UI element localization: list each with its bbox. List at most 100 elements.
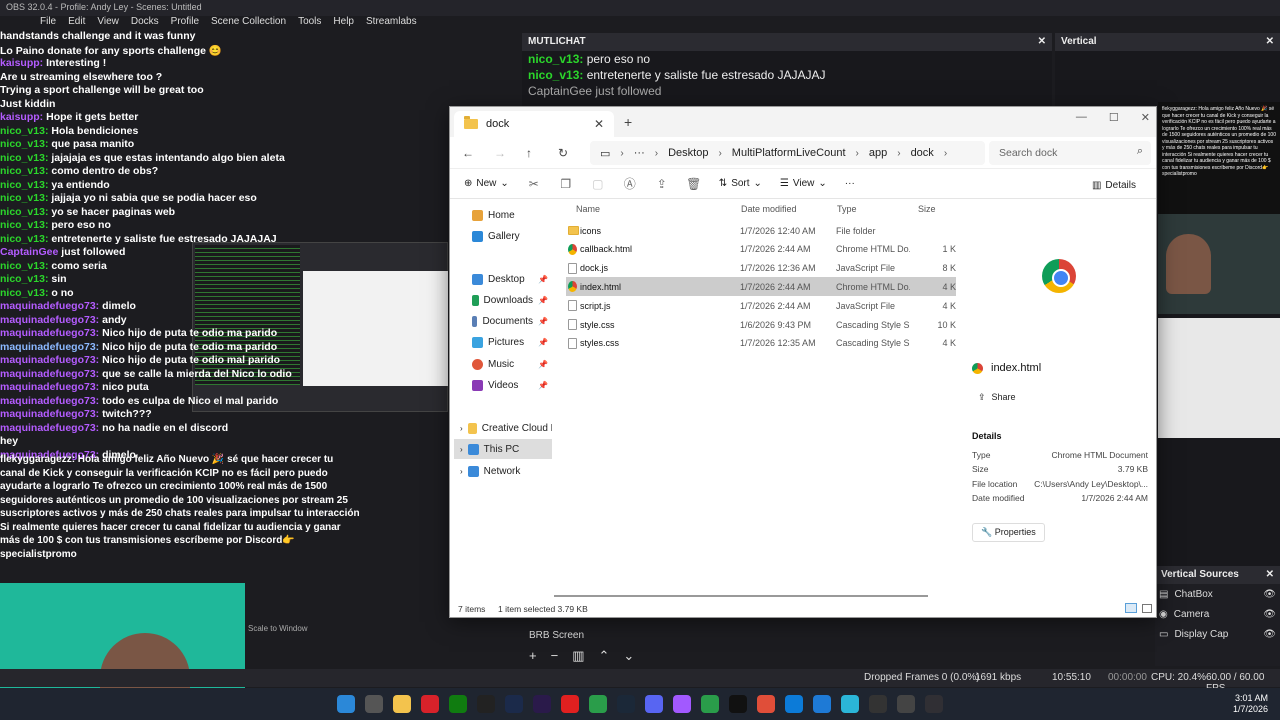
nav-item-pictures[interactable]: Pictures 📌 <box>454 332 552 352</box>
close-tab-icon[interactable]: ✕ <box>594 117 604 131</box>
remove-icon[interactable]: − <box>551 648 559 664</box>
nav-item-creative-cloud[interactable]: › Creative Cloud File <box>454 418 552 438</box>
nav-item-videos[interactable]: Videos 📌 <box>454 375 552 395</box>
maximize-icon[interactable]: ☐ <box>1109 111 1119 124</box>
file-row[interactable]: styles.css 1/7/2026 12:35 AM Cascading Sty… <box>566 334 956 353</box>
nav-item-home[interactable]: Home <box>454 205 552 225</box>
git-icon[interactable] <box>757 695 775 713</box>
file-row[interactable]: callback.html 1/7/2026 2:44 AM Chrome HTML… <box>566 240 956 259</box>
breadcrumb-item[interactable]: Desktop <box>668 147 708 159</box>
details-view-icon[interactable] <box>1125 603 1137 613</box>
details-button[interactable]: ▥ Details <box>1088 178 1140 193</box>
source-label: Camera <box>1173 608 1210 620</box>
view-button[interactable]: ☰ View ⌄ <box>776 176 831 191</box>
nav-item-network[interactable]: › Network <box>454 461 552 481</box>
breadcrumb-item[interactable]: dock <box>911 147 934 159</box>
refresh-icon[interactable]: ↻ <box>558 146 568 160</box>
breadcrumb-item[interactable]: MultiPlatformLiveCount <box>732 147 846 159</box>
tiles-view-icon[interactable] <box>1142 604 1152 613</box>
nav-item-desktop[interactable]: Desktop 📌 <box>454 269 552 289</box>
share-icon[interactable]: ⇪ <box>651 177 673 191</box>
close-icon[interactable]: ✕ <box>1266 36 1274 48</box>
nav-item-music[interactable]: Music 📌 <box>454 354 552 374</box>
move-up-icon[interactable]: ⌃ <box>598 648 609 664</box>
edge-icon[interactable] <box>785 695 803 713</box>
cut-icon[interactable]: ✂ <box>523 177 545 191</box>
premiere-icon[interactable] <box>533 695 551 713</box>
file-row[interactable]: dock.js 1/7/2026 12:36 AM JavaScript File 8… <box>566 259 956 278</box>
obs-icon[interactable] <box>925 695 943 713</box>
nav-item-gallery[interactable]: Gallery <box>454 226 552 246</box>
cmd-icon[interactable] <box>869 695 887 713</box>
breadcrumb-item[interactable]: app <box>869 147 887 159</box>
paste-icon[interactable]: ▢ <box>587 177 609 191</box>
chrome-icon[interactable] <box>589 695 607 713</box>
new-button[interactable]: ⊕ New ⌄ <box>460 176 513 191</box>
move-down-icon[interactable]: ⌄ <box>623 648 634 664</box>
close-icon[interactable]: ✕ <box>1266 569 1274 581</box>
file-date: 1/7/2026 12:40 AM <box>740 225 816 236</box>
eye-icon[interactable]: 👁 <box>1263 629 1276 640</box>
notepad-icon[interactable] <box>841 695 859 713</box>
xbox-icon[interactable] <box>449 695 467 713</box>
back-icon[interactable]: ← <box>462 146 474 160</box>
nav-item-documents[interactable]: Documents 📌 <box>454 311 552 331</box>
file-row[interactable]: style.css 1/6/2026 9:43 PM Cascading Style… <box>566 315 956 334</box>
tools-icon[interactable] <box>897 695 915 713</box>
column-type[interactable]: Type <box>837 204 857 214</box>
file-size: 1 K <box>942 244 956 255</box>
new-tab-icon[interactable]: + <box>624 114 632 130</box>
forward-icon[interactable]: → <box>494 146 506 160</box>
source-item[interactable]: ▭ Display Cap 👁 <box>1155 624 1280 644</box>
steam-icon[interactable] <box>617 695 635 713</box>
chat-message: maquinadefuego73: Nico hijo de puta te o… <box>0 341 277 353</box>
system-clock[interactable]: 3:01 AM 1/7/2026 <box>1233 693 1268 715</box>
more-options-button[interactable]: ··· <box>841 176 859 191</box>
search-input[interactable]: Search dock ⌕ <box>989 141 1151 165</box>
more-icon[interactable]: ··· <box>634 147 645 159</box>
close-window-icon[interactable]: ✕ <box>1141 111 1150 124</box>
nav-item-downloads[interactable]: Downloads 📌 <box>454 290 552 310</box>
scene-item-brb[interactable]: BRB Screen <box>529 630 584 641</box>
column-name[interactable]: Name <box>576 204 600 214</box>
column-date[interactable]: Date modified <box>741 204 797 214</box>
files-icon[interactable] <box>393 695 411 713</box>
file-row[interactable]: icons 1/7/2026 12:40 AM File folder <box>566 221 956 240</box>
opera-icon[interactable] <box>421 695 439 713</box>
tab-dock[interactable]: dock ✕ <box>454 111 614 137</box>
filter-icon[interactable]: ▥ <box>572 648 584 664</box>
rename-icon[interactable]: Ⓐ <box>619 175 641 192</box>
scale-to-window-select[interactable]: Scale to Window <box>248 624 308 633</box>
windows-start-icon[interactable] <box>337 695 355 713</box>
up-icon[interactable]: ↑ <box>526 146 532 160</box>
file-row[interactable]: script.js 1/7/2026 2:44 AM JavaScript File… <box>566 296 956 315</box>
eye-icon[interactable]: 👁 <box>1263 609 1276 620</box>
eye-icon[interactable]: 👁 <box>1263 589 1276 600</box>
source-item[interactable]: ▤ ChatBox 👁 <box>1155 584 1280 604</box>
source-item[interactable]: ◉ Camera 👁 <box>1155 604 1280 624</box>
file-row[interactable]: index.html 1/7/2026 2:44 AM Chrome HTML Do… <box>566 277 956 297</box>
photoshop-icon[interactable] <box>505 695 523 713</box>
properties-button[interactable]: 🔧 Properties <box>972 523 1045 542</box>
delete-icon[interactable]: 🗑 <box>683 177 705 191</box>
chrome-icon[interactable] <box>701 695 719 713</box>
discord-icon[interactable] <box>645 695 663 713</box>
explorer-icon[interactable] <box>365 695 383 713</box>
horizontal-scrollbar[interactable] <box>554 595 928 597</box>
sort-button[interactable]: ⇅ Sort ⌄ <box>715 176 766 191</box>
vscode-icon[interactable] <box>813 695 831 713</box>
tiktok-icon[interactable] <box>729 695 747 713</box>
minimize-icon[interactable]: — <box>1076 111 1087 124</box>
detail-value[interactable]: C:\Users\Andy Ley\Desktop\... <box>1034 479 1148 489</box>
youtube-icon[interactable] <box>561 695 579 713</box>
breadcrumb[interactable]: ▭ › ··· › Desktop › MultiPlatformLiveCou… <box>590 141 985 165</box>
copy-icon[interactable]: ❐ <box>555 177 577 191</box>
terminal-icon[interactable] <box>477 695 495 713</box>
figma-icon[interactable] <box>673 695 691 713</box>
column-size[interactable]: Size <box>918 204 936 214</box>
nav-item-this-pc[interactable]: › This PC <box>454 439 552 459</box>
share-button[interactable]: ⇪ Share <box>978 392 1016 403</box>
add-icon[interactable]: + <box>529 648 537 664</box>
close-icon[interactable]: ✕ <box>1038 36 1046 48</box>
home-icon <box>472 209 483 221</box>
